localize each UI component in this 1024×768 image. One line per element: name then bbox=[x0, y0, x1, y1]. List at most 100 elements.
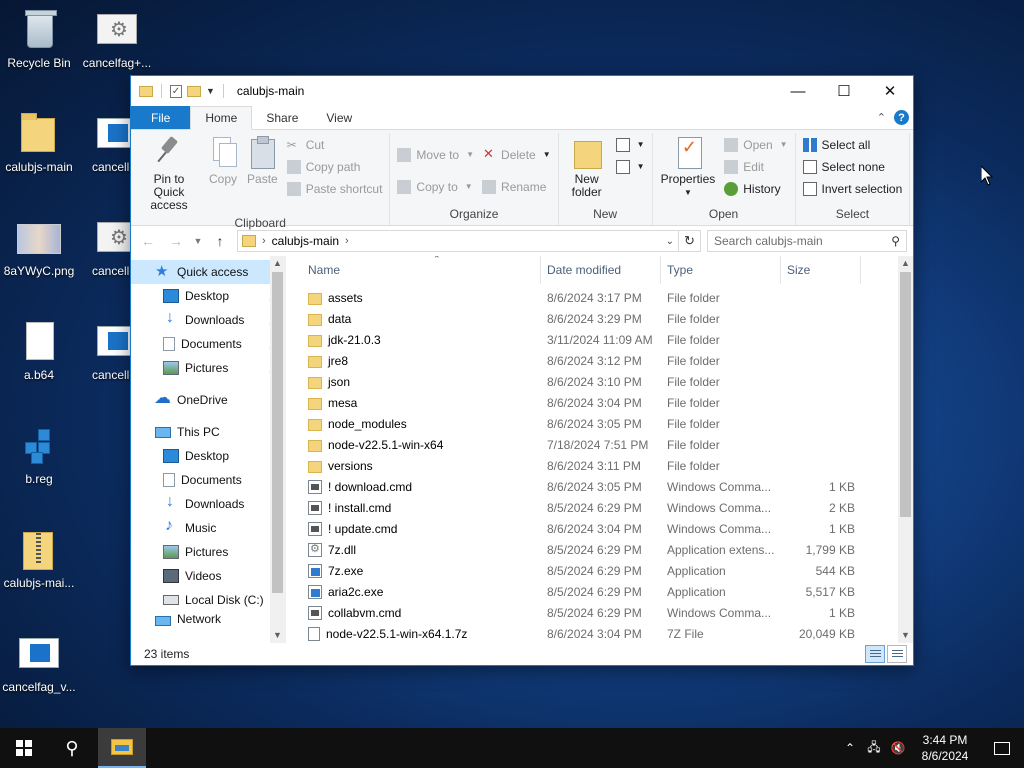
file-name-cell[interactable]: ! update.cmd bbox=[286, 521, 541, 536]
desktop-icon-b-reg[interactable]: b.reg bbox=[0, 424, 78, 486]
desktop-icon-cancelfag[interactable]: cancelfag+... bbox=[78, 8, 156, 70]
nav-qa-downloads[interactable]: Downloads📌 bbox=[131, 308, 285, 332]
chevron-up-icon[interactable]: ⌃ bbox=[877, 111, 886, 124]
customize-qat-icon[interactable]: ▼ bbox=[206, 86, 215, 96]
file-row[interactable]: collabvm.cmd 8/5/2024 6:29 PM Windows Comm… bbox=[286, 602, 897, 623]
file-row[interactable]: mesa 8/6/2024 3:04 PM File folder bbox=[286, 392, 897, 413]
desktop-icon-a-b64[interactable]: a.b64 bbox=[0, 320, 78, 382]
nav-quick-access[interactable]: Quick access bbox=[131, 260, 285, 284]
select-none-button[interactable]: Select none bbox=[802, 157, 903, 176]
file-name-cell[interactable]: versions bbox=[286, 459, 541, 473]
taskbar-file-explorer[interactable] bbox=[98, 728, 146, 768]
chevron-right-icon[interactable]: › bbox=[345, 235, 349, 247]
file-name-cell[interactable]: node-v22.5.1-win-x64 bbox=[286, 438, 541, 452]
easy-access-button[interactable]: ▼ bbox=[615, 157, 645, 176]
file-name-cell[interactable]: jre8 bbox=[286, 354, 541, 368]
file-name-cell[interactable]: aria2c.exe bbox=[286, 584, 541, 599]
file-name-cell[interactable]: data bbox=[286, 312, 541, 326]
file-name-cell[interactable]: collabvm.cmd bbox=[286, 605, 541, 620]
close-button[interactable]: ✕ bbox=[867, 76, 913, 106]
cut-button[interactable]: ✂ Cut bbox=[287, 135, 383, 154]
volume-muted-icon[interactable]: 🔇 bbox=[886, 741, 910, 755]
refresh-icon[interactable]: ↻ bbox=[679, 230, 701, 252]
file-row[interactable]: aria2c.exe 8/5/2024 6:29 PM Application 5,5… bbox=[286, 581, 897, 602]
column-date-modified[interactable]: Date modified bbox=[541, 256, 661, 284]
nav-pc-videos[interactable]: Videos bbox=[131, 564, 285, 588]
large-icons-view-icon[interactable] bbox=[887, 645, 907, 663]
file-row[interactable]: ! install.cmd 8/5/2024 6:29 PM Windows Com… bbox=[286, 497, 897, 518]
paste-shortcut-button[interactable]: Paste shortcut bbox=[286, 179, 382, 198]
network-icon[interactable]: 🖧 bbox=[862, 738, 886, 759]
action-center-button[interactable] bbox=[980, 728, 1024, 768]
nav-this-pc[interactable]: This PC bbox=[131, 420, 285, 444]
nav-qa-desktop[interactable]: Desktop📌 bbox=[131, 284, 285, 308]
new-folder-qat-icon[interactable] bbox=[187, 85, 201, 97]
file-name-cell[interactable]: jdk-21.0.3 bbox=[286, 333, 541, 347]
tab-share[interactable]: Share bbox=[252, 106, 312, 129]
file-row[interactable]: data 8/6/2024 3:29 PM File folder bbox=[286, 308, 897, 329]
file-list-scrollbar[interactable]: ▲ ▼ bbox=[898, 256, 913, 643]
clock[interactable]: 3:44 PM 8/6/2024 bbox=[910, 732, 980, 764]
file-name-cell[interactable]: 7z.dll bbox=[286, 542, 541, 557]
file-row[interactable]: jdk-21.0.3 3/11/2024 11:09 AM File folder bbox=[286, 329, 897, 350]
nav-qa-pictures[interactable]: Pictures📌 bbox=[131, 356, 285, 380]
file-name-cell[interactable]: node-v22.5.1-win-x64.1.7z bbox=[286, 626, 541, 641]
file-row[interactable]: jre8 8/6/2024 3:12 PM File folder bbox=[286, 350, 897, 371]
scrollbar-thumb[interactable] bbox=[900, 272, 911, 517]
file-name-cell[interactable]: json bbox=[286, 375, 541, 389]
file-row[interactable]: 7z.dll 8/5/2024 6:29 PM Application extens… bbox=[286, 539, 897, 560]
invert-selection-button[interactable]: Invert selection bbox=[802, 179, 902, 198]
tab-home[interactable]: Home bbox=[190, 106, 253, 130]
search-input[interactable]: Search calubjs-main ⚲ bbox=[707, 230, 907, 252]
title-bar[interactable]: ✓ ▼ calubjs-main — ☐ ✕ bbox=[131, 76, 913, 106]
breadcrumb-current[interactable]: calubjs-main bbox=[272, 234, 339, 248]
file-name-cell[interactable]: ! install.cmd bbox=[286, 500, 541, 515]
nav-onedrive[interactable]: OneDrive bbox=[131, 388, 285, 412]
file-row[interactable]: versions 8/6/2024 3:11 PM File folder bbox=[286, 455, 897, 476]
desktop-icon-cancelfag-v[interactable]: cancelfag_v... bbox=[0, 632, 78, 694]
recent-locations-icon[interactable]: ▼ bbox=[193, 236, 203, 246]
file-row[interactable]: json 8/6/2024 3:10 PM File folder bbox=[286, 371, 897, 392]
nav-qa-documents[interactable]: Documents📌 bbox=[131, 332, 285, 356]
nav-pc-local-disk[interactable]: Local Disk (C:) bbox=[131, 588, 285, 612]
nav-pc-pictures[interactable]: Pictures bbox=[131, 540, 285, 564]
copy-path-button[interactable]: Copy path bbox=[286, 157, 383, 176]
properties-button[interactable]: Properties ▼ bbox=[657, 133, 720, 205]
pin-to-quick-access-button[interactable]: Pin to Quick access bbox=[135, 133, 203, 214]
file-row[interactable]: node-v22.5.1-win-x64.1.7z 8/6/2024 3:04 P… bbox=[286, 623, 897, 643]
help-icon[interactable]: ? bbox=[894, 110, 909, 125]
nav-pc-music[interactable]: Music bbox=[131, 516, 285, 540]
back-arrow-icon[interactable]: ← bbox=[137, 233, 159, 249]
desktop-icon-recycle-bin[interactable]: Recycle Bin bbox=[0, 8, 78, 70]
tab-file[interactable]: File bbox=[131, 106, 191, 129]
file-row[interactable]: ! update.cmd 8/6/2024 3:04 PM Windows Comm… bbox=[286, 518, 897, 539]
file-row[interactable]: ! download.cmd 8/6/2024 3:05 PM Windows Co… bbox=[286, 476, 897, 497]
new-folder-button[interactable]: New folder bbox=[563, 133, 611, 205]
column-name[interactable]: Name bbox=[286, 256, 541, 284]
paste-button[interactable]: Paste bbox=[243, 133, 282, 214]
scroll-down-arrow-icon[interactable]: ▼ bbox=[270, 628, 285, 643]
column-size[interactable]: Size bbox=[781, 256, 861, 284]
rename-button[interactable]: Rename bbox=[482, 177, 551, 196]
properties-qat-icon[interactable]: ✓ bbox=[170, 84, 182, 98]
file-row[interactable]: node-v22.5.1-win-x64 7/18/2024 7:51 PM Fil… bbox=[286, 434, 897, 455]
select-all-button[interactable]: Select all bbox=[802, 135, 903, 154]
file-name-cell[interactable]: ! download.cmd bbox=[286, 479, 541, 494]
search-icon[interactable]: ⚲ bbox=[48, 728, 96, 768]
start-button[interactable] bbox=[0, 728, 48, 768]
chevron-down-icon[interactable]: ⌄ bbox=[666, 236, 674, 247]
nav-pc-downloads[interactable]: Downloads bbox=[131, 492, 285, 516]
maximize-button[interactable]: ☐ bbox=[821, 76, 867, 106]
desktop-icon-calubjs-zip[interactable]: calubjs-mai... bbox=[0, 528, 78, 590]
nav-pc-desktop[interactable]: Desktop bbox=[131, 444, 285, 468]
new-item-button[interactable]: ▼ bbox=[615, 135, 645, 154]
scroll-up-arrow-icon[interactable]: ▲ bbox=[270, 256, 285, 271]
nav-pc-documents[interactable]: Documents bbox=[131, 468, 285, 492]
column-type[interactable]: Type bbox=[661, 256, 781, 284]
minimize-button[interactable]: — bbox=[775, 76, 821, 106]
file-name-cell[interactable]: mesa bbox=[286, 396, 541, 410]
history-button[interactable]: History bbox=[724, 179, 787, 198]
scrollbar-thumb[interactable] bbox=[272, 272, 283, 593]
copy-to-button[interactable]: Copy to ▼ bbox=[397, 177, 474, 196]
chevron-up-icon[interactable]: ⌃ bbox=[838, 741, 862, 755]
